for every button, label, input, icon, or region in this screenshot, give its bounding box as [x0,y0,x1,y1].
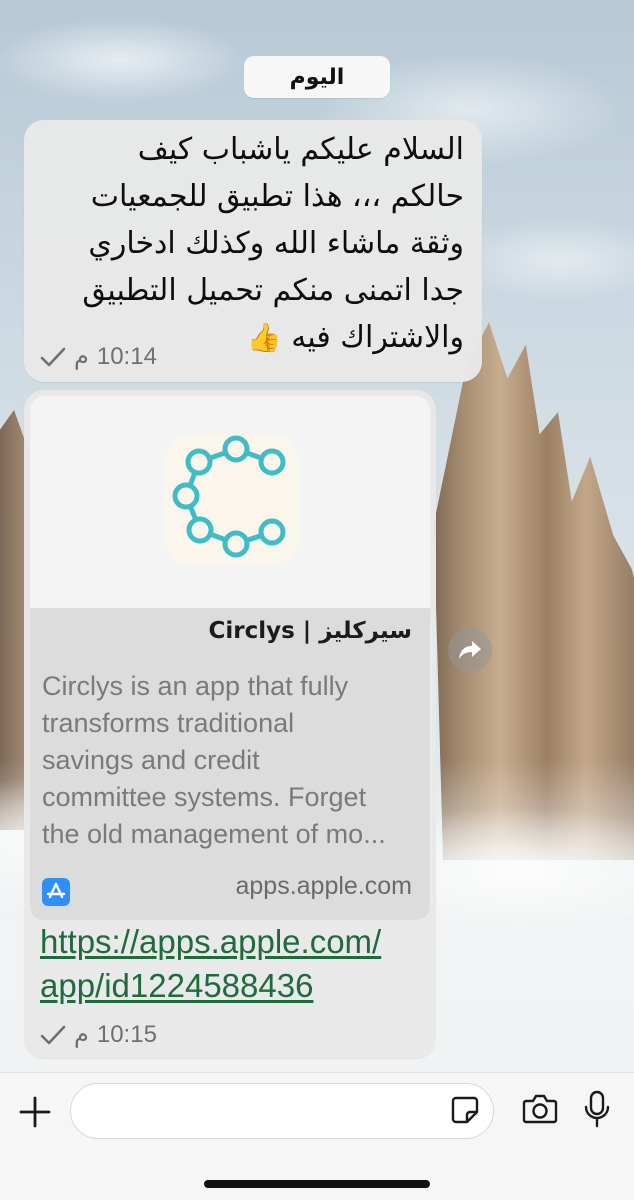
preview-title: سيركليز | Circlys [208,618,412,644]
thumbs-up-emoji: 👍 [246,321,282,354]
am-pm-label: م [74,1021,89,1048]
app-logo [164,434,300,566]
message-time: 10:15 [96,1020,157,1048]
sticker-icon[interactable] [450,1095,480,1125]
plus-icon[interactable] [18,1095,52,1129]
date-label: اليوم [289,64,345,90]
message-meta-1: م 10:14 [40,342,157,371]
message-link[interactable]: https://apps.apple.com/ app/id1224588436 [40,920,381,1008]
app-store-icon [42,878,70,906]
home-indicator [204,1180,430,1188]
preview-description-line: savings and credit [42,745,260,775]
preview-domain: apps.apple.com [235,872,412,900]
am-pm-label: م [74,343,89,370]
message-text: السلام عليكم ياشباب كيف حالكم ،،، هذا تط… [44,126,464,361]
preview-description-line: transforms traditional [42,708,295,738]
preview-image [30,396,430,608]
checkmark-icon [40,1025,66,1044]
message-line: جدا اتمنى منكم تحميل التطبيق [82,273,464,308]
link-line: https://apps.apple.com/ [40,923,382,960]
preview-description-line: Circlys is an app that fully [42,671,349,701]
preview-description-line: the old management of mo... [42,819,386,849]
message-input[interactable] [70,1083,494,1139]
preview-description: Circlys is an app that fully transforms … [42,668,422,853]
circlys-logo-icon [172,435,286,558]
date-separator: اليوم [244,56,390,98]
message-bubble-2[interactable]: سيركليز | Circlys Circlys is an app that… [24,390,436,1058]
preview-description-line: committee systems. Forget [42,782,367,812]
message-line-text: والاشتراك فيه [291,320,464,355]
link-preview-card[interactable]: سيركليز | Circlys Circlys is an app that… [30,396,430,920]
message-line: وثقة ماشاء الله وكذلك ادخاري [88,226,464,261]
link-line: app/id1224588436 [40,967,314,1004]
camera-icon[interactable] [522,1093,558,1125]
checkmark-icon [40,347,66,366]
message-line: السلام عليكم ياشباب كيف [137,132,464,167]
microphone-icon[interactable] [584,1090,610,1128]
message-line: حالكم ،،، هذا تطبيق للجمعيات [90,179,464,214]
message-time: 10:14 [96,342,157,370]
forward-button[interactable] [448,628,492,672]
message-meta-2: م 10:15 [40,1020,157,1049]
forward-icon [459,641,481,659]
